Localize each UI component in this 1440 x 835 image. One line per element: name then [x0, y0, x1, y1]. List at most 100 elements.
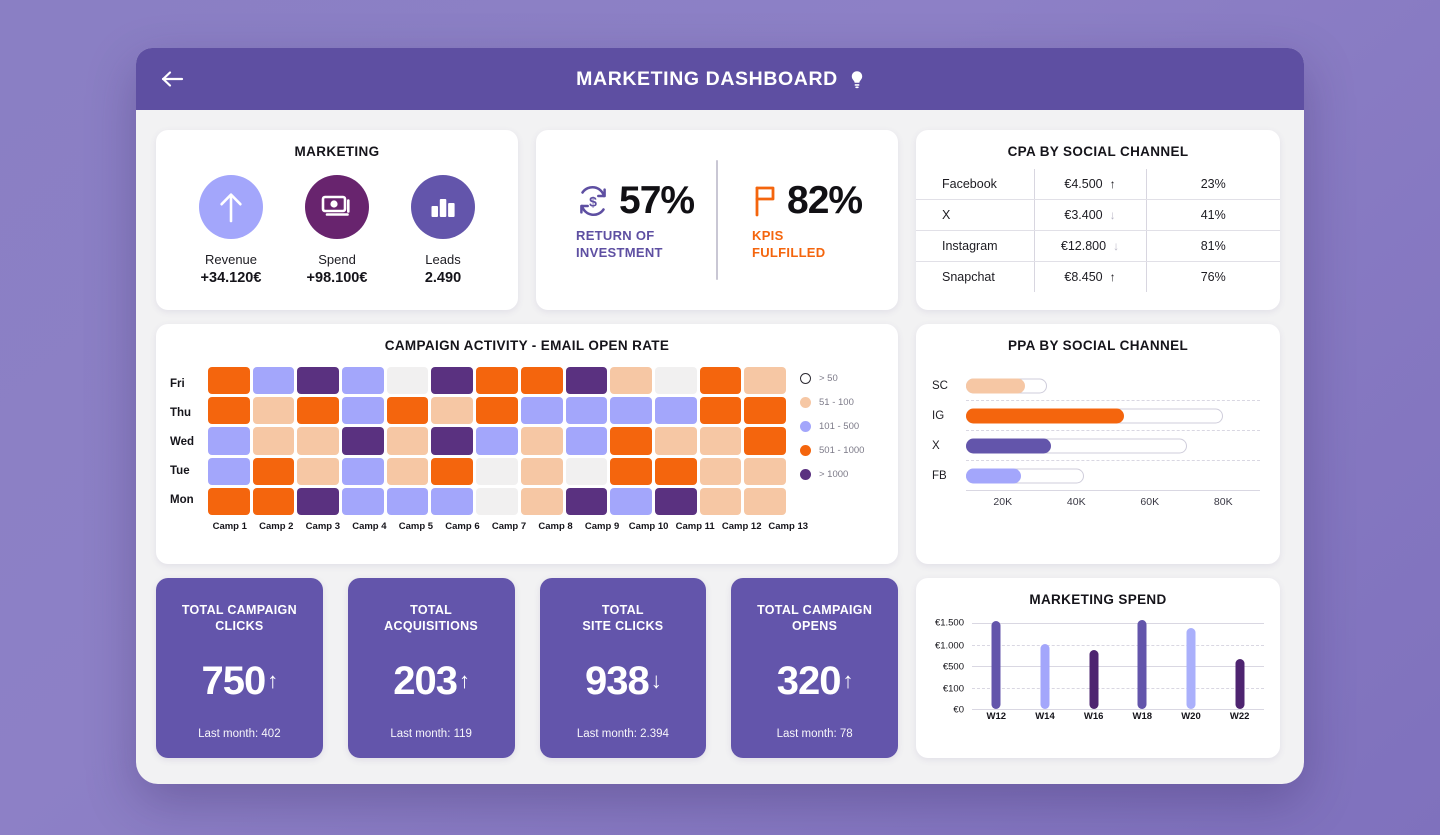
stat-card[interactable]: TOTAL ACQUISITIONS 203 ↑ Last month: 119: [347, 578, 515, 758]
heatmap-cell[interactable]: [699, 397, 742, 425]
heatmap-cell[interactable]: [297, 397, 340, 425]
heatmap-cell[interactable]: [342, 487, 384, 515]
table-row[interactable]: Instagram €12.800 ↓ 81%: [916, 230, 1280, 262]
marketing-spend-bars[interactable]: [972, 620, 1264, 709]
ppa-bar-row[interactable]: FB: [932, 461, 1260, 490]
heatmap-cell[interactable]: [342, 427, 384, 455]
heatmap-cell[interactable]: [431, 427, 474, 455]
heatmap-cell[interactable]: [252, 427, 295, 455]
heatmap-cell[interactable]: [520, 367, 563, 395]
heatmap-cell[interactable]: [386, 457, 429, 485]
spend-bar-column[interactable]: [1021, 623, 1070, 709]
spend-bar[interactable]: [1137, 620, 1147, 709]
table-row[interactable]: Snapchat €8.450 ↑ 76%: [916, 261, 1280, 292]
back-button[interactable]: [156, 62, 190, 96]
spend-bar-column[interactable]: [972, 620, 1021, 709]
heatmap-cell[interactable]: [610, 487, 652, 515]
heatmap-cell[interactable]: [744, 397, 786, 425]
heatmap-cell[interactable]: [208, 397, 250, 425]
heatmap-cell[interactable]: [520, 487, 563, 515]
heatmap-day-label: Tue: [170, 465, 190, 478]
heatmap-cell[interactable]: [342, 367, 384, 395]
heatmap-cell[interactable]: [654, 457, 697, 485]
heatmap-cell[interactable]: [476, 457, 518, 485]
heatmap-cell[interactable]: [297, 487, 340, 515]
kpi-revenue-value: +34.120€: [200, 269, 262, 286]
heatmap-cell[interactable]: [565, 367, 608, 395]
ppa-bar-fill: [966, 468, 1022, 483]
heatmap-cell[interactable]: [208, 457, 250, 485]
ppa-bar-row[interactable]: IG: [932, 401, 1260, 430]
heatmap-cell[interactable]: [431, 397, 474, 425]
heatmap-cell[interactable]: [386, 427, 429, 455]
spend-bar[interactable]: [1040, 644, 1050, 709]
heatmap-cell[interactable]: [565, 397, 608, 425]
heatmap-cell[interactable]: [252, 367, 295, 395]
heatmap-cell[interactable]: [699, 487, 742, 515]
heatmap-cell[interactable]: [386, 367, 429, 395]
heatmap-cell[interactable]: [208, 487, 250, 515]
heatmap-cell[interactable]: [386, 397, 429, 425]
heatmap-grid[interactable]: [208, 367, 786, 515]
cpa-channel: X: [916, 199, 1034, 231]
heatmap-cell[interactable]: [342, 397, 384, 425]
kpi-leads[interactable]: Leads 2.490: [395, 175, 491, 286]
stat-card[interactable]: TOTAL CAMPAIGN CLICKS 750 ↑ Last month: 402: [156, 578, 323, 758]
heatmap-cell[interactable]: [476, 397, 518, 425]
spend-bar-column[interactable]: [1069, 623, 1118, 709]
spend-bar-column[interactable]: [1118, 620, 1167, 709]
heatmap-cell[interactable]: [565, 487, 608, 515]
heatmap-cell[interactable]: [476, 427, 518, 455]
heatmap-cell[interactable]: [342, 457, 384, 485]
stat-card[interactable]: TOTAL CAMPAIGN OPENS 320 ↑ Last month: 78: [731, 578, 898, 758]
heatmap-cell[interactable]: [208, 427, 250, 455]
heatmap-cell[interactable]: [699, 427, 742, 455]
ppa-bar-row[interactable]: SC: [932, 371, 1260, 400]
heatmap-cell[interactable]: [476, 487, 518, 515]
table-row[interactable]: X €3.400 ↓ 41%: [916, 199, 1280, 231]
heatmap-cell[interactable]: [252, 397, 295, 425]
heatmap-cell[interactable]: [476, 367, 518, 395]
heatmap-cell[interactable]: [744, 367, 786, 395]
heatmap-cell[interactable]: [297, 457, 340, 485]
heatmap-cell[interactable]: [297, 427, 340, 455]
heatmap-cell[interactable]: [654, 487, 697, 515]
heatmap-cell[interactable]: [565, 457, 608, 485]
spend-bar-column[interactable]: [1215, 623, 1264, 709]
heatmap-cell[interactable]: [699, 457, 742, 485]
spend-bar[interactable]: [1089, 650, 1099, 709]
heatmap-cell[interactable]: [744, 427, 786, 455]
spend-bar[interactable]: [1235, 658, 1245, 709]
heatmap-cell[interactable]: [610, 397, 652, 425]
heatmap-cell[interactable]: [520, 457, 563, 485]
heatmap-cell[interactable]: [520, 397, 563, 425]
spend-bar[interactable]: [991, 620, 1001, 709]
heatmap-cell[interactable]: [654, 397, 697, 425]
marketing-card-title: MARKETING: [294, 144, 380, 159]
heatmap-cell[interactable]: [699, 367, 742, 395]
heatmap-cell[interactable]: [610, 427, 652, 455]
kpi-revenue[interactable]: Revenue +34.120€: [183, 175, 279, 286]
kpi-spend[interactable]: Spend +98.100€: [289, 175, 385, 286]
heatmap-cell[interactable]: [297, 367, 340, 395]
ppa-bar-row[interactable]: X: [932, 431, 1260, 460]
heatmap-cell[interactable]: [252, 487, 295, 515]
table-row[interactable]: Facebook €4.500 ↑ 23%: [916, 169, 1280, 200]
heatmap-cell[interactable]: [252, 457, 295, 485]
stat-card[interactable]: TOTAL SITE CLICKS 938 ↓ Last month: 2.394: [539, 578, 707, 758]
heatmap-cell[interactable]: [610, 457, 652, 485]
heatmap-cell[interactable]: [431, 457, 474, 485]
heatmap-cell[interactable]: [386, 487, 429, 515]
heatmap-cell[interactable]: [565, 427, 608, 455]
heatmap-cell[interactable]: [744, 457, 786, 485]
heatmap-cell[interactable]: [208, 367, 250, 395]
spend-bar[interactable]: [1186, 627, 1196, 709]
heatmap-cell[interactable]: [431, 367, 474, 395]
spend-bar-column[interactable]: [1167, 623, 1216, 709]
heatmap-cell[interactable]: [654, 427, 697, 455]
heatmap-cell[interactable]: [610, 367, 652, 395]
heatmap-cell[interactable]: [520, 427, 563, 455]
heatmap-cell[interactable]: [431, 487, 474, 515]
heatmap-cell[interactable]: [654, 367, 697, 395]
heatmap-cell[interactable]: [744, 487, 786, 515]
